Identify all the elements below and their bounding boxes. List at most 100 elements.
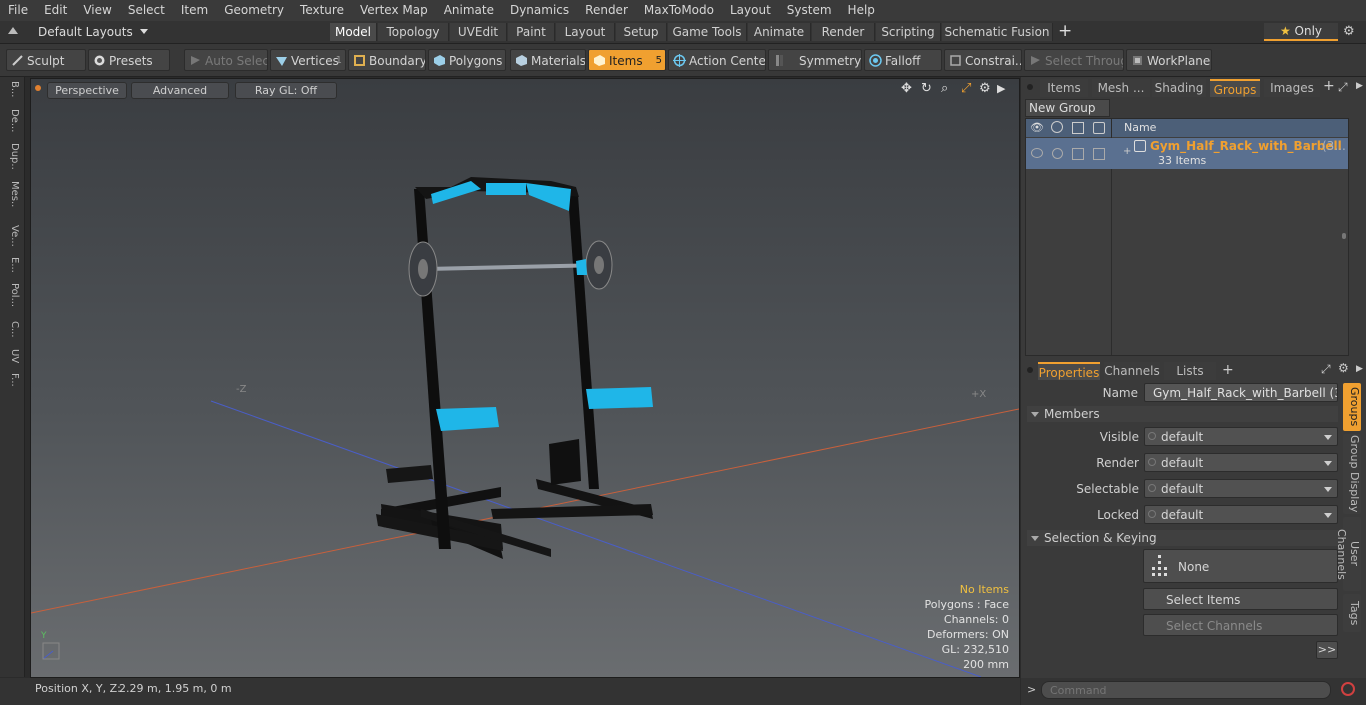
gear-icon[interactable]: ⚙ (1343, 24, 1355, 39)
more-button[interactable]: >> (1316, 641, 1338, 659)
sculpt-button[interactable]: Sculpt (6, 49, 86, 71)
add-props-tab-button[interactable]: + (1222, 362, 1234, 378)
menu-item-texture[interactable]: Texture (292, 0, 352, 21)
panel-tab-items[interactable]: Items (1040, 79, 1088, 97)
panel-menu-icon[interactable] (1027, 84, 1033, 90)
symmetry-button[interactable]: Symmetry (768, 49, 862, 71)
menu-item-animate[interactable]: Animate (436, 0, 502, 21)
props-more-icon[interactable]: ▶ (1356, 364, 1363, 374)
panel-tab-images[interactable]: Images (1264, 79, 1320, 97)
menu-item-edit[interactable]: Edit (36, 0, 75, 21)
props-tab-lists[interactable]: Lists (1164, 362, 1216, 380)
items-button[interactable]: Items 5 (588, 49, 666, 71)
layout-tab-schematic-fusion[interactable]: Schematic Fusion (942, 23, 1053, 41)
menu-item-layout[interactable]: Layout (722, 0, 779, 21)
eye-icon[interactable]: 👁 (1030, 121, 1044, 134)
menu-item-file[interactable]: File (0, 0, 36, 21)
side-tab-tags[interactable]: Tags (1343, 594, 1361, 632)
panel-tab-groups[interactable]: Groups (1210, 79, 1260, 97)
layout-tab-game-tools[interactable]: Game Tools (668, 23, 747, 41)
boundary-button[interactable]: Boundary (348, 49, 426, 71)
none-button[interactable]: None (1143, 549, 1338, 583)
props-gear-icon[interactable]: ⚙ (1338, 361, 1349, 375)
menu-item-vertex-map[interactable]: Vertex Map (352, 0, 436, 21)
side-tab-group-display[interactable]: Group Display (1343, 434, 1361, 514)
select-channels-button[interactable]: Select Channels (1143, 614, 1338, 636)
layout-tab-render[interactable]: Render (812, 23, 875, 41)
left-strip-tab-6[interactable]: Pol... (4, 283, 20, 309)
left-strip-tab-4[interactable]: Ve... (4, 225, 20, 251)
layout-arrow-icon[interactable] (8, 27, 18, 34)
left-strip-tab-2[interactable]: Dup... (4, 143, 20, 169)
name-column-header[interactable]: Name (1124, 121, 1156, 134)
row-select-icon[interactable] (1072, 148, 1084, 160)
menu-item-maxtomodo[interactable]: MaxToModo (636, 0, 722, 21)
menu-item-system[interactable]: System (779, 0, 840, 21)
list-scrollbar[interactable] (1342, 233, 1346, 239)
layout-tab-layout[interactable]: Layout (556, 23, 615, 41)
row-lock-icon[interactable] (1093, 148, 1105, 160)
render-icon[interactable] (1051, 121, 1063, 133)
panel-expand-icon[interactable]: ⤢ (1338, 80, 1348, 95)
select-items-button[interactable]: Select Items (1143, 588, 1338, 610)
layout-tab-topology[interactable]: Topology (378, 23, 449, 41)
auto-select-button[interactable]: Auto Select (184, 49, 268, 71)
expand-icon[interactable]: + (1123, 146, 1131, 157)
menu-item-view[interactable]: View (75, 0, 119, 21)
dropdown-visible[interactable]: default (1144, 427, 1338, 446)
dropdown-render[interactable]: default (1144, 453, 1338, 472)
left-strip-tab-9[interactable]: F... (4, 373, 20, 399)
only-toggle[interactable]: ★ Only (1264, 23, 1338, 41)
menu-item-dynamics[interactable]: Dynamics (502, 0, 577, 21)
new-group-button[interactable]: New Group (1025, 99, 1110, 117)
props-expand-icon[interactable]: ⤢ (1321, 362, 1331, 377)
3d-viewport[interactable]: Perspective Advanced Ray GL: Off ✥ ↻ ⌕ ⤢… (30, 78, 1020, 678)
workplane-button[interactable]: WorkPlane (1126, 49, 1212, 71)
select-lock-icon[interactable] (1072, 122, 1084, 134)
record-icon[interactable] (1341, 682, 1355, 696)
menu-item-select[interactable]: Select (120, 0, 173, 21)
menu-item-geometry[interactable]: Geometry (216, 0, 292, 21)
panel-tab-mesh-[interactable]: Mesh ... (1092, 79, 1150, 97)
row-render-icon[interactable] (1052, 148, 1063, 159)
left-strip-tab-0[interactable]: B... (4, 81, 20, 107)
left-strip-tab-1[interactable]: De... (4, 109, 20, 135)
command-input[interactable] (1041, 681, 1331, 699)
vertices-button[interactable]: Vertices 1 (270, 49, 346, 71)
action-center-button[interactable]: Action Center (668, 49, 766, 71)
add-panel-tab-button[interactable]: + (1323, 78, 1335, 94)
panel-tab-shading[interactable]: Shading (1152, 79, 1206, 97)
presets-button[interactable]: Presets (88, 49, 170, 71)
left-strip-tab-3[interactable]: Mes... (4, 181, 20, 207)
select-through-button[interactable]: Select Through (1024, 49, 1124, 71)
row-eye-icon[interactable] (1031, 148, 1043, 158)
group-row[interactable]: + Gym_Half_Rack_with_Barbell (3... 33 It… (1026, 138, 1348, 169)
side-tab-user-channels[interactable]: User Channels (1335, 517, 1361, 591)
left-strip-tab-5[interactable]: E... (4, 257, 20, 283)
default-layouts-dropdown[interactable]: Default Layouts (38, 24, 148, 40)
props-tab-channels[interactable]: Channels (1104, 362, 1160, 380)
menu-item-item[interactable]: Item (173, 0, 216, 21)
constraints-button[interactable]: Constrai... (944, 49, 1022, 71)
name-input[interactable]: Gym_Half_Rack_with_Barbell (35) (1144, 383, 1338, 402)
left-strip-tab-8[interactable]: UV (4, 349, 20, 375)
add-tab-button[interactable]: + (1058, 21, 1072, 41)
layout-tab-setup[interactable]: Setup (616, 23, 667, 41)
falloff-button[interactable]: Falloff (864, 49, 942, 71)
layout-tab-scripting[interactable]: Scripting (876, 23, 941, 41)
left-strip-tab-7[interactable]: C... (4, 321, 20, 347)
panel-more-icon[interactable]: ▶ (1356, 81, 1363, 91)
lock-icon[interactable] (1093, 122, 1105, 134)
dropdown-selectable[interactable]: default (1144, 479, 1338, 498)
props-menu-icon[interactable] (1027, 367, 1033, 373)
layout-tab-model[interactable]: Model (330, 23, 377, 41)
polygons-button[interactable]: Polygons (428, 49, 506, 71)
selection-keying-section[interactable]: Selection & Keying (1027, 530, 1338, 546)
layout-tab-uvedit[interactable]: UVEdit (450, 23, 507, 41)
dropdown-locked[interactable]: default (1144, 505, 1338, 524)
layout-tab-animate[interactable]: Animate (748, 23, 811, 41)
menu-item-help[interactable]: Help (840, 0, 883, 21)
layout-tab-paint[interactable]: Paint (508, 23, 555, 41)
menu-item-render[interactable]: Render (577, 0, 636, 21)
side-tab-groups[interactable]: Groups (1343, 383, 1361, 431)
